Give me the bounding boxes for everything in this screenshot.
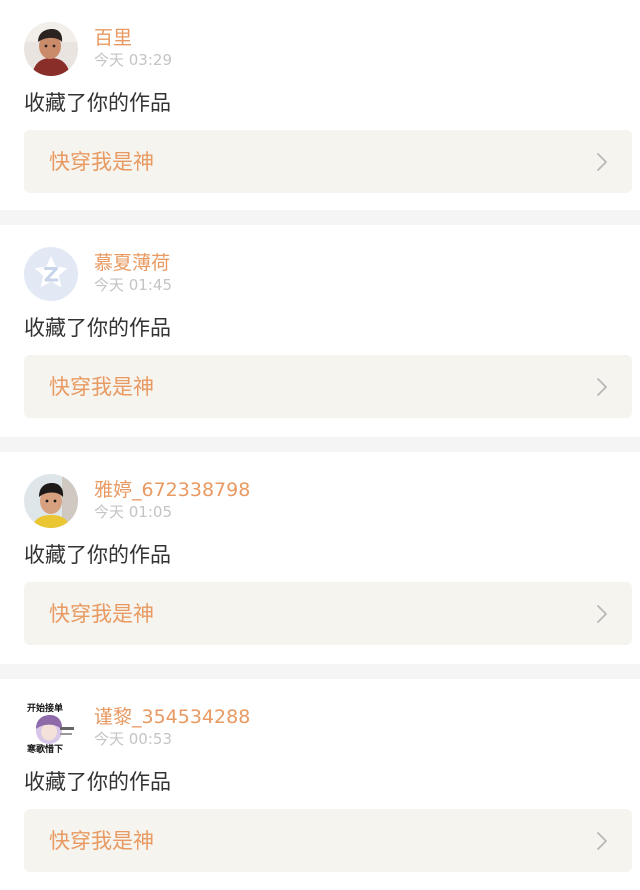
- card-separator: [0, 664, 640, 679]
- notification-card: 雅婷_672338798 今天 01:05 收藏了你的作品 快穿我是神: [0, 452, 640, 664]
- work-link[interactable]: 快穿我是神: [24, 130, 632, 193]
- action-text: 收藏了你的作品: [24, 91, 171, 115]
- work-title: 快穿我是神: [49, 602, 154, 626]
- chevron-right-icon: [597, 832, 607, 850]
- chevron-right-icon: [597, 605, 607, 623]
- card-separator: [0, 210, 640, 225]
- user-avatar[interactable]: [24, 22, 78, 76]
- timestamp: 今天 01:05: [94, 503, 172, 521]
- notification-card: 开始接单 寒歌惜下 谨黎_354534288 今天 00:53 收藏了你的作品 …: [0, 679, 640, 890]
- work-title: 快穿我是神: [49, 829, 154, 853]
- action-text: 收藏了你的作品: [24, 543, 171, 567]
- notification-card: 百里 今天 03:29 收藏了你的作品 快穿我是神: [0, 0, 640, 212]
- work-title: 快穿我是神: [49, 375, 154, 399]
- avatar-photo-icon: [24, 474, 78, 528]
- sticker-avatar-icon: 开始接单 寒歌惜下: [24, 701, 78, 755]
- action-text: 收藏了你的作品: [24, 770, 171, 794]
- timestamp: 今天 03:29: [94, 51, 172, 69]
- user-avatar[interactable]: 开始接单 寒歌惜下: [24, 701, 78, 755]
- avatar-text-bottom: 寒歌惜下: [26, 743, 63, 755]
- chevron-right-icon: [597, 378, 607, 396]
- username[interactable]: 百里: [94, 26, 132, 50]
- work-title: 快穿我是神: [49, 150, 154, 174]
- user-avatar[interactable]: [24, 474, 78, 528]
- work-link[interactable]: 快穿我是神: [24, 809, 632, 872]
- notification-feed: 百里 今天 03:29 收藏了你的作品 快穿我是神 慕夏薄荷 今天 01:45 …: [0, 0, 640, 890]
- work-link[interactable]: 快穿我是神: [24, 582, 632, 645]
- chevron-right-icon: [597, 153, 607, 171]
- avatar-text-top: 开始接单: [27, 702, 63, 714]
- timestamp: 今天 01:45: [94, 276, 172, 294]
- action-text: 收藏了你的作品: [24, 316, 171, 340]
- card-separator: [0, 437, 640, 452]
- username[interactable]: 雅婷_672338798: [94, 478, 250, 502]
- avatar-photo-icon: [24, 22, 78, 76]
- default-avatar-icon: [24, 247, 78, 301]
- username[interactable]: 慕夏薄荷: [94, 251, 170, 275]
- timestamp: 今天 00:53: [94, 730, 172, 748]
- user-avatar[interactable]: [24, 247, 78, 301]
- work-link[interactable]: 快穿我是神: [24, 355, 632, 418]
- username[interactable]: 谨黎_354534288: [94, 705, 250, 729]
- notification-card: 慕夏薄荷 今天 01:45 收藏了你的作品 快穿我是神: [0, 225, 640, 437]
